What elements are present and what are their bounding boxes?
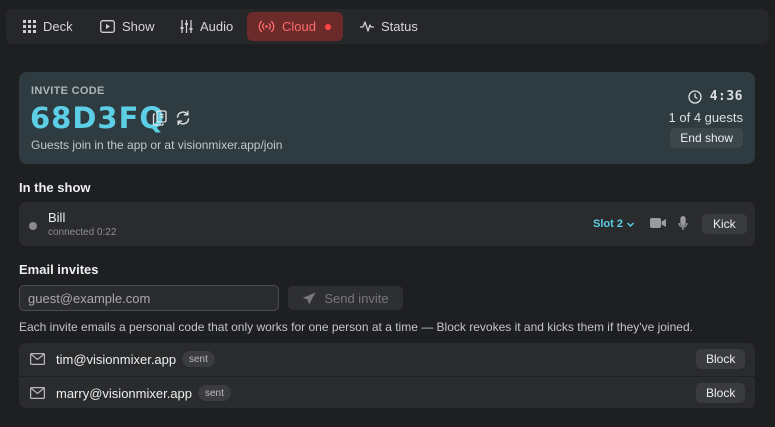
block-button[interactable]: Block <box>696 349 746 369</box>
tab-label: Deck <box>43 19 73 34</box>
pulse-icon <box>360 21 374 32</box>
send-icon <box>302 292 316 304</box>
tab-audio[interactable]: Audio <box>169 12 244 41</box>
invite-email: marry@visionmixer.app <box>56 386 193 401</box>
tab-status[interactable]: Status <box>349 12 429 41</box>
copy-icon[interactable] <box>152 110 168 126</box>
invite-code: 68D3FQ <box>30 101 166 135</box>
invite-row: tim@visionmixer.app sent Block <box>19 343 755 375</box>
regenerate-icon[interactable] <box>175 110 191 126</box>
invite-code-label: INVITE CODE <box>31 85 105 97</box>
status-badge: sent <box>182 351 215 367</box>
play-window-icon <box>100 20 115 33</box>
slot-select[interactable]: Slot 2 <box>593 218 635 230</box>
participant-name: Bill <box>48 210 66 225</box>
clock-icon <box>688 89 702 104</box>
kick-button[interactable]: Kick <box>702 214 747 234</box>
invite-row: marry@visionmixer.app sent Block <box>19 376 755 408</box>
tab-deck[interactable]: Deck <box>12 12 84 41</box>
participant-status: connected 0:22 <box>48 227 117 238</box>
live-indicator-dot <box>324 23 331 30</box>
email-invites-heading: Email invites <box>19 262 99 277</box>
invite-list: tim@visionmixer.app sent Block marry@vis… <box>19 343 755 408</box>
presence-dot <box>29 222 37 230</box>
tab-label: Status <box>381 19 418 34</box>
top-nav: Deck Show Audio Cloud Status <box>6 9 769 44</box>
email-input[interactable] <box>19 285 279 311</box>
tab-cloud[interactable]: Cloud <box>247 12 343 41</box>
mail-icon <box>30 387 45 399</box>
slot-value: Slot 2 <box>593 218 623 230</box>
mail-icon <box>30 353 45 365</box>
tab-label: Audio <box>200 19 234 34</box>
show-timer: 4:36 <box>688 89 743 104</box>
camera-icon[interactable] <box>650 217 666 229</box>
tab-label: Cloud <box>282 19 316 34</box>
send-invite-button[interactable]: Send invite <box>288 286 403 310</box>
block-button[interactable]: Block <box>696 383 746 403</box>
tab-label: Show <box>122 19 155 34</box>
invite-email: tim@visionmixer.app <box>56 352 177 367</box>
send-invite-label: Send invite <box>324 290 389 306</box>
invite-note: Each invite emails a personal code that … <box>19 320 693 334</box>
status-badge: sent <box>198 385 231 401</box>
chevron-down-icon <box>626 221 634 227</box>
sliders-icon <box>180 20 193 33</box>
invite-code-card: INVITE CODE 68D3FQ Guests join in the ap… <box>19 72 755 164</box>
timer-value: 4:36 <box>709 89 743 104</box>
invite-hint: Guests join in the app or at visionmixer… <box>31 138 283 152</box>
tab-show[interactable]: Show <box>89 12 166 41</box>
in-the-show-heading: In the show <box>19 180 91 195</box>
guest-count: 1 of 4 guests <box>668 110 743 125</box>
end-show-button[interactable]: End show <box>670 128 743 148</box>
grid-icon <box>23 20 36 33</box>
participant-row: Bill connected 0:22 Slot 2 Kick <box>19 202 755 246</box>
broadcast-icon <box>258 20 275 33</box>
microphone-icon[interactable] <box>678 216 688 231</box>
